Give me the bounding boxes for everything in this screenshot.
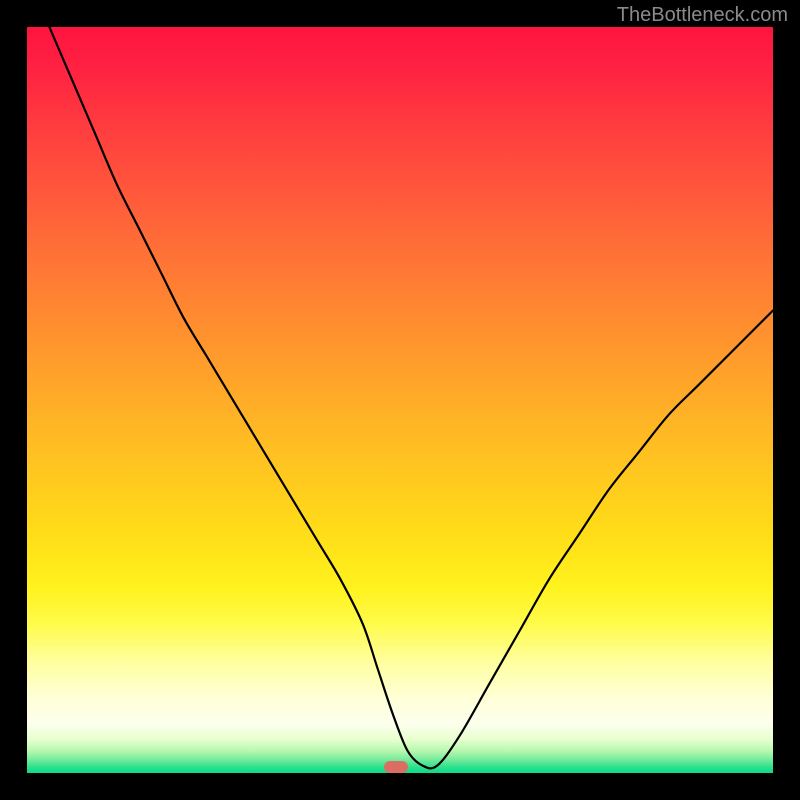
plot-area xyxy=(27,27,773,773)
watermark-text: TheBottleneck.com xyxy=(617,4,788,27)
bottleneck-curve xyxy=(27,27,773,773)
chart-outer-frame: TheBottleneck.com xyxy=(0,0,800,800)
optimum-marker xyxy=(384,761,408,773)
